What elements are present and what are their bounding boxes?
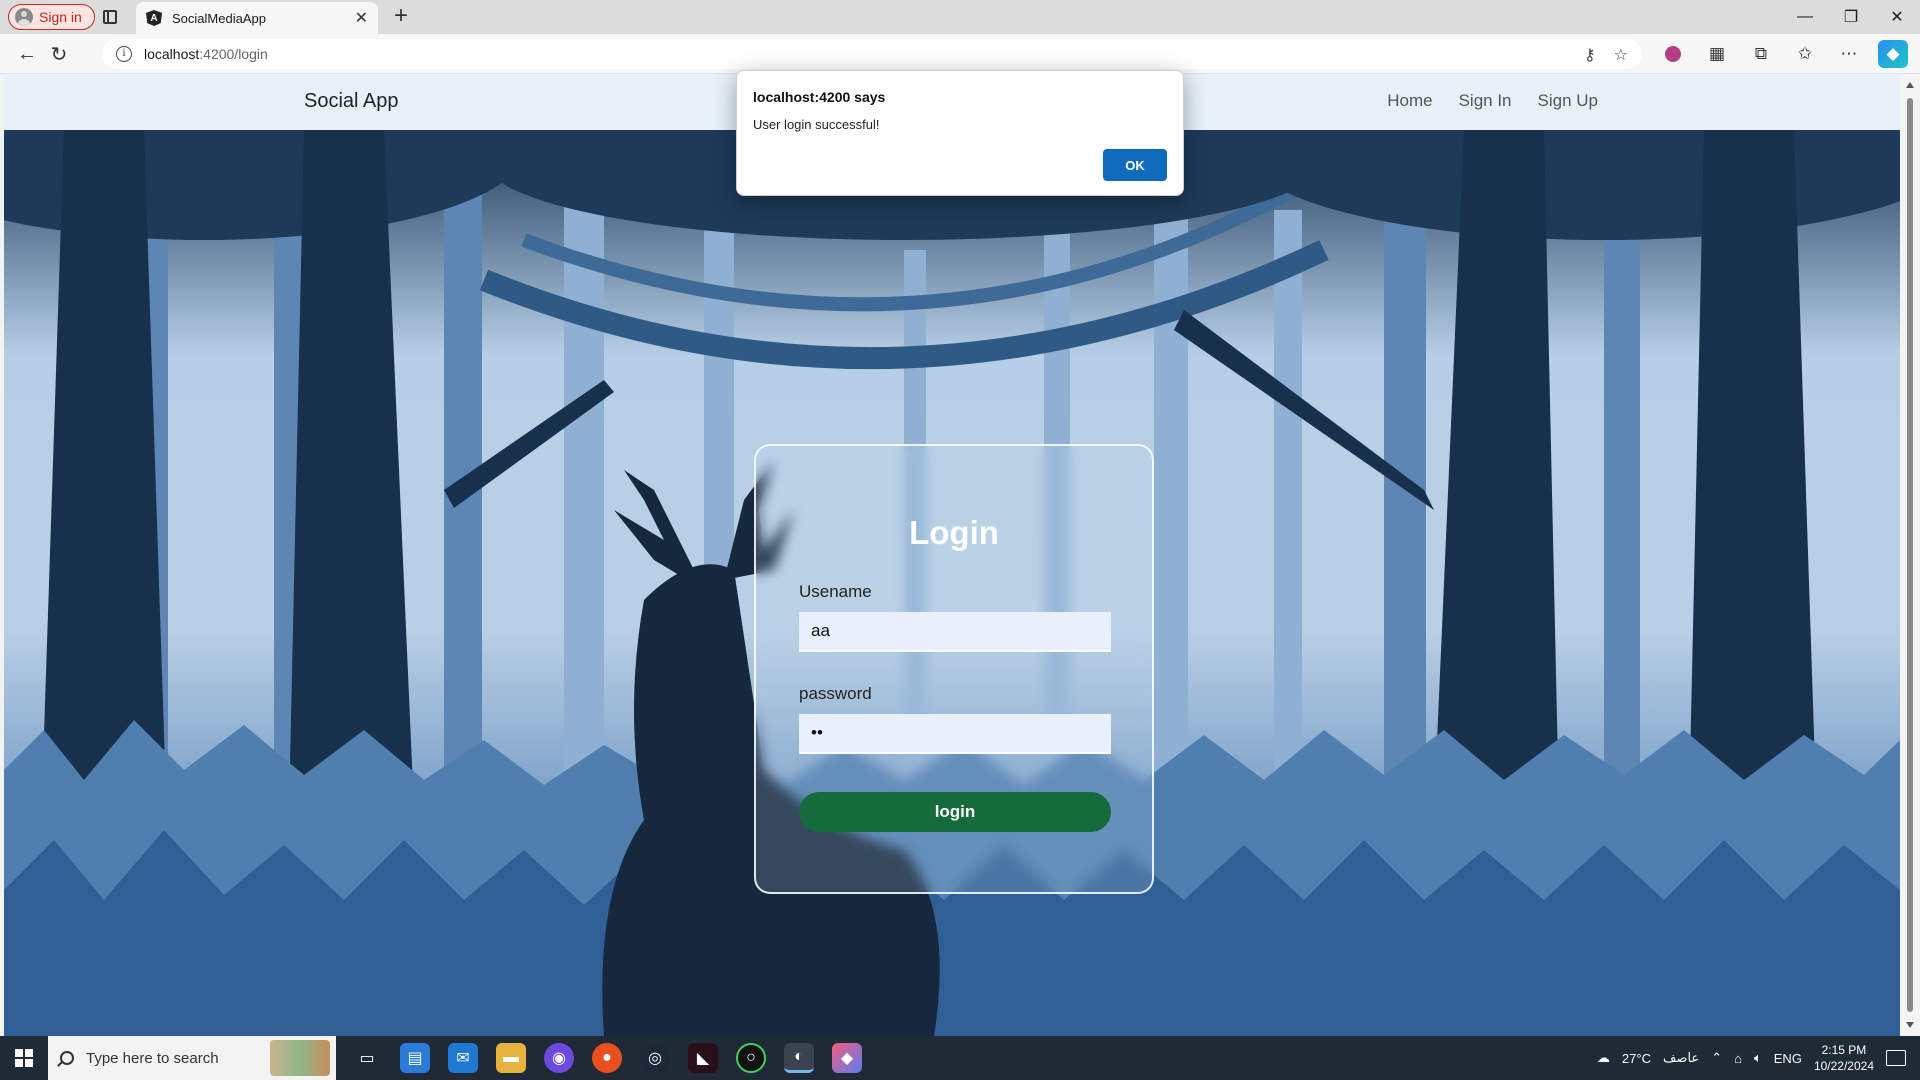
- extensions-icon[interactable]: ⧉: [1746, 40, 1776, 68]
- favorite-star-icon[interactable]: ☆: [1614, 45, 1628, 65]
- password-key-icon[interactable]: ⚷: [1584, 45, 1596, 65]
- url-host: localhost: [144, 46, 200, 62]
- volume-icon[interactable]: 🔈︎: [1754, 1050, 1762, 1066]
- forest-background: Login Usename password login: [4, 130, 1900, 1036]
- password-label: password: [799, 684, 872, 703]
- password-input[interactable]: [799, 714, 1111, 754]
- close-window-icon[interactable]: ✕: [1874, 0, 1920, 34]
- restore-icon[interactable]: ❐: [1828, 0, 1874, 34]
- brand-title[interactable]: Social App: [304, 90, 399, 113]
- page-viewport: Social App Home Sign In Sign Up Login Us…: [4, 74, 1900, 1036]
- network-icon[interactable]: ⌂: [1734, 1051, 1742, 1066]
- login-title: Login: [909, 514, 999, 551]
- split-screen-icon[interactable]: ▦: [1702, 40, 1732, 68]
- scroll-down-icon[interactable]: [1906, 1022, 1914, 1028]
- store-icon[interactable]: ▤: [400, 1043, 430, 1073]
- nav-home-link[interactable]: Home: [1387, 91, 1432, 111]
- tray-chevron-icon[interactable]: ⌃: [1711, 1050, 1722, 1066]
- alert-title: localhost:4200 says: [753, 89, 886, 105]
- scroll-up-icon[interactable]: [1906, 82, 1914, 88]
- browser-toolbar: ← ↻ i localhost :4200/login ⚷ ☆ ▦ ⧉ ✩ ⋯ …: [0, 34, 1920, 74]
- window-controls: — ❐ ✕: [1782, 0, 1920, 34]
- task-view-icon[interactable]: ▭: [352, 1043, 382, 1073]
- system-tray: ☁ 27°C عاصف ⌃ ⌂ 🔈︎ ENG 2:15 PM 10/22/202…: [1597, 1036, 1920, 1080]
- weather-desc[interactable]: عاصف: [1663, 1050, 1699, 1066]
- more-menu-icon[interactable]: ⋯: [1834, 40, 1864, 68]
- alert-dialog: localhost:4200 says User login successfu…: [736, 70, 1184, 196]
- back-icon[interactable]: ←: [14, 42, 40, 66]
- favorites-icon[interactable]: ✩: [1790, 40, 1820, 68]
- copilot-taskbar-icon[interactable]: ◆: [832, 1043, 862, 1073]
- search-highlight-image[interactable]: [270, 1040, 330, 1076]
- angular-favicon-icon: A: [146, 10, 162, 26]
- copilot-icon[interactable]: ◆: [1878, 40, 1908, 68]
- scroll-thumb[interactable]: [1907, 98, 1913, 1012]
- profile-label: Sign in: [39, 9, 82, 25]
- username-label: Usename: [799, 582, 872, 601]
- clock-date: 10/22/2024: [1813, 1059, 1874, 1073]
- browser-tab-strip: Sign in A SocialMediaApp ✕ + — ❐ ✕: [0, 0, 1920, 34]
- close-tab-icon[interactable]: ✕: [355, 8, 368, 28]
- tab-actions-icon: [103, 10, 117, 24]
- login-button[interactable]: login: [799, 792, 1111, 832]
- ea-app-icon[interactable]: ●: [592, 1043, 622, 1073]
- minimize-icon[interactable]: —: [1782, 0, 1828, 34]
- taskbar-search-placeholder: Type here to search: [86, 1049, 219, 1067]
- tab-socialmediaapp[interactable]: A SocialMediaApp ✕: [136, 2, 378, 34]
- url-path: :4200/login: [199, 46, 268, 62]
- new-tab-button[interactable]: +: [388, 4, 414, 30]
- clock-time: 2:15 PM: [1821, 1043, 1867, 1057]
- extension-avatar-icon[interactable]: [1658, 40, 1688, 68]
- weather-icon[interactable]: ☁: [1597, 1050, 1610, 1066]
- site-info-icon[interactable]: i: [116, 46, 132, 62]
- search-icon: [60, 1051, 74, 1065]
- login-card: Login Usename password login: [754, 444, 1154, 894]
- address-bar[interactable]: i localhost :4200/login ⚷ ☆: [102, 39, 1642, 69]
- username-input[interactable]: [799, 612, 1111, 652]
- alert-ok-button[interactable]: OK: [1103, 149, 1167, 181]
- notification-center-icon[interactable]: [1886, 1050, 1906, 1066]
- taskbar-search[interactable]: Type here to search: [48, 1036, 336, 1080]
- edge-browser-icon[interactable]: ◐: [784, 1043, 814, 1073]
- windows-taskbar: Type here to search ▭ ▤ ✉ ▬ ◉ ● ◎ ◣ ○ ◐ …: [0, 1036, 1920, 1080]
- jetbrains-icon[interactable]: ◣: [688, 1043, 718, 1073]
- refresh-icon[interactable]: ↻: [46, 42, 72, 66]
- steam-icon[interactable]: ◎: [640, 1043, 670, 1073]
- alert-message: User login successful!: [753, 117, 880, 132]
- start-button[interactable]: [0, 1036, 48, 1080]
- tab-actions-button[interactable]: [98, 6, 122, 28]
- nav-sign-in-link[interactable]: Sign In: [1459, 91, 1512, 111]
- discord-icon[interactable]: ◉: [544, 1043, 574, 1073]
- person-icon: [15, 8, 33, 26]
- file-explorer-icon[interactable]: ▬: [496, 1043, 526, 1073]
- profile-button[interactable]: Sign in: [8, 4, 95, 30]
- tab-title: SocialMediaApp: [172, 10, 266, 26]
- language-indicator[interactable]: ENG: [1774, 1051, 1802, 1066]
- nvidia-app-icon[interactable]: ○: [736, 1043, 766, 1073]
- taskbar-clock[interactable]: 2:15 PM 10/22/2024: [1814, 1042, 1874, 1074]
- weather-temp[interactable]: 27°C: [1622, 1051, 1651, 1066]
- page-scrollbar[interactable]: [1900, 74, 1920, 1036]
- nav-sign-up-link[interactable]: Sign Up: [1538, 91, 1598, 111]
- windows-logo-icon: [15, 1049, 33, 1067]
- mail-icon[interactable]: ✉: [448, 1043, 478, 1073]
